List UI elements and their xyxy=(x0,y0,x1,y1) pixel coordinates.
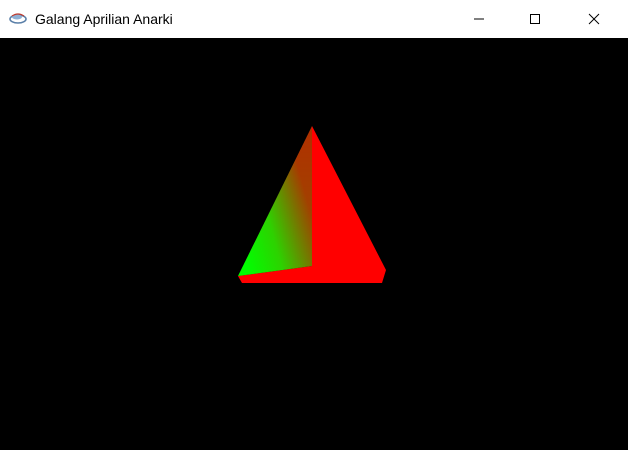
pyramid-left-face-shade xyxy=(238,126,312,276)
maximize-button[interactable] xyxy=(512,0,558,38)
window-title: Galang Aprilian Anarki xyxy=(35,11,173,27)
app-window: Galang Aprilian Anarki xyxy=(0,0,628,450)
title-bar[interactable]: Galang Aprilian Anarki xyxy=(0,0,628,38)
close-icon xyxy=(588,13,600,25)
minimize-icon xyxy=(473,13,485,25)
pyramid-render xyxy=(238,126,386,283)
minimize-button[interactable] xyxy=(456,0,502,38)
java-cup-icon xyxy=(8,10,28,26)
render-canvas[interactable] xyxy=(0,38,628,450)
maximize-icon xyxy=(529,13,541,25)
close-button[interactable] xyxy=(571,0,617,38)
